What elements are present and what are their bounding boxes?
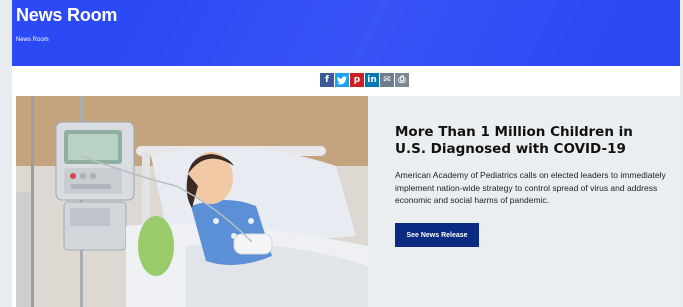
page-frame: News Room News Room f p in ✉ ⎙ More Than… bbox=[12, 0, 680, 307]
linkedin-icon: in bbox=[367, 75, 377, 85]
header-sheen bbox=[119, 0, 680, 66]
email-share-button[interactable]: ✉ bbox=[380, 73, 394, 87]
feature-headline[interactable]: More Than 1 Million Children in U.S. Dia… bbox=[395, 124, 665, 158]
email-icon: ✉ bbox=[383, 75, 391, 85]
print-icon: ⎙ bbox=[398, 75, 406, 85]
linkedin-share-button[interactable]: in bbox=[365, 73, 379, 87]
pinterest-icon: p bbox=[353, 75, 361, 85]
twitter-icon bbox=[337, 75, 347, 84]
facebook-share-button[interactable]: f bbox=[320, 73, 334, 87]
share-bar: f p in ✉ ⎙ bbox=[320, 73, 409, 87]
page-title: News Room bbox=[16, 5, 118, 25]
hospital-scene-illustration bbox=[16, 96, 368, 307]
twitter-share-button[interactable] bbox=[335, 73, 349, 87]
feature-description: American Academy of Pediatrics calls on … bbox=[395, 170, 666, 205]
see-news-release-button[interactable]: See News Release bbox=[395, 223, 479, 247]
pinterest-share-button[interactable]: p bbox=[350, 73, 364, 87]
facebook-icon: f bbox=[325, 75, 329, 85]
page-header: News Room News Room bbox=[12, 0, 680, 66]
print-button[interactable]: ⎙ bbox=[395, 73, 409, 87]
breadcrumb[interactable]: News Room bbox=[16, 37, 49, 43]
feature-image[interactable] bbox=[16, 96, 368, 307]
feature-promo: More Than 1 Million Children in U.S. Dia… bbox=[368, 96, 680, 307]
